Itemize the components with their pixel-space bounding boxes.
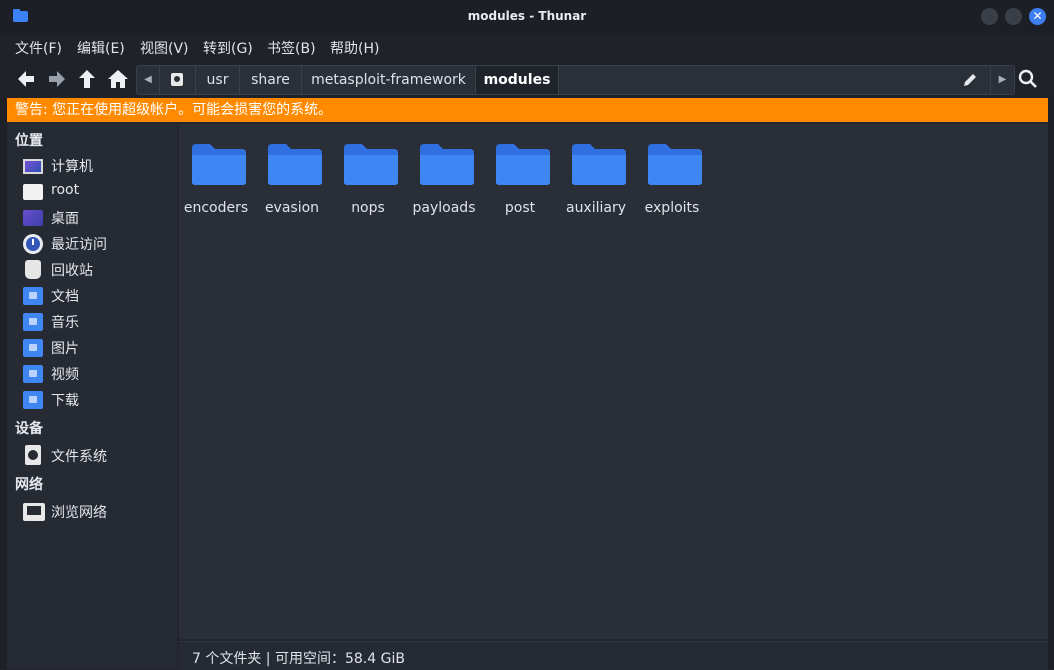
sidebar-item-trash[interactable]: 回收站 [21,258,171,282]
folder-icon [572,144,626,185]
folder-item-auxiliary[interactable]: auxiliary [560,142,632,226]
file-view: encoders evasion nops payloads post auxi… [179,124,1048,639]
search-button[interactable] [1018,69,1038,89]
sidebar-item-label: 计算机 [51,159,93,175]
folder-item-evasion[interactable]: evasion [256,142,328,226]
sidebar-item-desktop[interactable]: 桌面 [21,206,171,230]
sidebar-item-label: root [51,182,80,198]
sidebar-item-filesystem[interactable]: 文件系统 [21,444,171,468]
status-bar: 7 个文件夹 | 可用空间：58.4 GiB [179,641,1048,670]
menu-edit[interactable]: 编辑(E) [77,38,125,58]
sidebar-item-label: 音乐 [51,315,79,331]
sidebar-item-root[interactable]: root [21,180,171,204]
back-button[interactable] [15,68,37,90]
drive-icon [25,445,41,465]
maximize-button[interactable] [1005,8,1022,25]
minimize-button[interactable] [981,8,998,25]
downloads-folder-icon [23,391,43,409]
sidebar-item-computer[interactable]: 计算机 [21,154,171,178]
menu-view[interactable]: 视图(V) [140,38,189,58]
computer-icon [23,159,43,174]
up-button[interactable] [76,68,98,90]
sidebar-item-music[interactable]: 音乐 [21,310,171,334]
close-icon: ✕ [1032,9,1043,23]
folder-item-post[interactable]: post [484,142,556,226]
title-bar: modules - Thunar ✕ [0,0,1054,34]
recent-icon [23,234,43,254]
music-folder-icon [23,313,43,331]
folder-icon [268,144,322,185]
sidebar-item-documents[interactable]: 文档 [21,284,171,308]
menu-bookmarks[interactable]: 书签(B) [267,38,316,58]
sidebar-item-label: 视频 [51,367,79,383]
folder-item-encoders[interactable]: encoders [180,142,252,226]
sidebar-section-network: 网络 [15,477,43,493]
videos-folder-icon [23,365,43,383]
folder-icon [192,144,246,185]
path-segment-metasploit[interactable]: metasploit-framework [302,66,476,94]
root-warning-bar: 警告: 您正在使用超级帐户。可能会损害您的系统。 [7,98,1048,122]
window-edge-left [0,34,7,669]
sidebar-item-label: 图片 [51,341,79,357]
folder-icon [648,144,702,185]
arrow-up-icon [79,70,95,88]
window-title: modules - Thunar [467,9,587,23]
sidebar-item-browse-network[interactable]: 浏览网络 [21,500,171,524]
sidebar: 位置 计算机 root 桌面 最近访问 回收站 文档 音乐 图片 视频 下载 设… [7,124,177,669]
sidebar-item-pictures[interactable]: 图片 [21,336,171,360]
arrow-right-icon [49,71,65,87]
network-icon [23,503,45,521]
sidebar-item-label: 文档 [51,289,79,305]
drive-icon [171,73,183,86]
desktop-icon [23,210,43,226]
path-segment-modules[interactable]: modules [476,66,559,94]
close-button[interactable]: ✕ [1029,8,1046,25]
sidebar-section-devices: 设备 [15,421,43,437]
arrow-left-icon [18,71,34,87]
sidebar-item-downloads[interactable]: 下载 [21,388,171,412]
path-root-button[interactable] [160,66,196,94]
path-scroll-left-button[interactable]: ◀ [137,66,160,94]
folder-item-exploits[interactable]: exploits [636,142,708,226]
path-segment-usr[interactable]: usr [196,66,240,94]
folder-icon [344,144,398,185]
menu-bar: 文件(F) 编辑(E) 视图(V) 转到(G) 书签(B) 帮助(H) [0,34,1054,60]
sidebar-item-label: 回收站 [51,263,93,279]
sidebar-item-recent[interactable]: 最近访问 [21,232,171,256]
sidebar-section-places: 位置 [15,133,43,149]
forward-button[interactable] [46,68,68,90]
sidebar-item-label: 文件系统 [51,449,107,465]
chevron-right-icon: ▶ [998,74,1007,85]
sidebar-item-label: 下载 [51,393,79,409]
toolbar: ◀ usr share metasploit-framework modules… [0,60,1054,98]
folder-icon [496,144,550,185]
home-icon [108,70,128,88]
trash-icon [25,260,41,279]
menu-go[interactable]: 转到(G) [203,38,253,58]
folder-item-payloads[interactable]: payloads [408,142,480,226]
sidebar-item-label: 浏览网络 [51,505,107,521]
status-text: 7 个文件夹 | 可用空间：58.4 GiB [192,651,405,667]
folder-icon [420,144,474,185]
sidebar-item-label: 最近访问 [51,237,107,253]
sidebar-item-videos[interactable]: 视频 [21,362,171,386]
sidebar-item-label: 桌面 [51,211,79,227]
menu-help[interactable]: 帮助(H) [330,38,379,58]
pencil-icon [964,74,976,86]
home-button[interactable] [107,68,129,90]
documents-folder-icon [23,287,43,305]
file-label: exploits [644,200,700,216]
chevron-left-icon: ◀ [144,74,152,85]
path-segment-share[interactable]: share [240,66,302,94]
folder-item-nops[interactable]: nops [332,142,404,226]
home-folder-icon [23,184,43,200]
pictures-folder-icon [23,339,43,357]
path-bar: ◀ usr share metasploit-framework modules… [136,65,1015,95]
window-edge-right [1048,34,1054,669]
menu-file[interactable]: 文件(F) [15,38,62,58]
search-icon [1018,69,1037,88]
path-scroll-right-button[interactable]: ▶ [990,66,1014,94]
edit-path-button[interactable] [962,72,978,88]
